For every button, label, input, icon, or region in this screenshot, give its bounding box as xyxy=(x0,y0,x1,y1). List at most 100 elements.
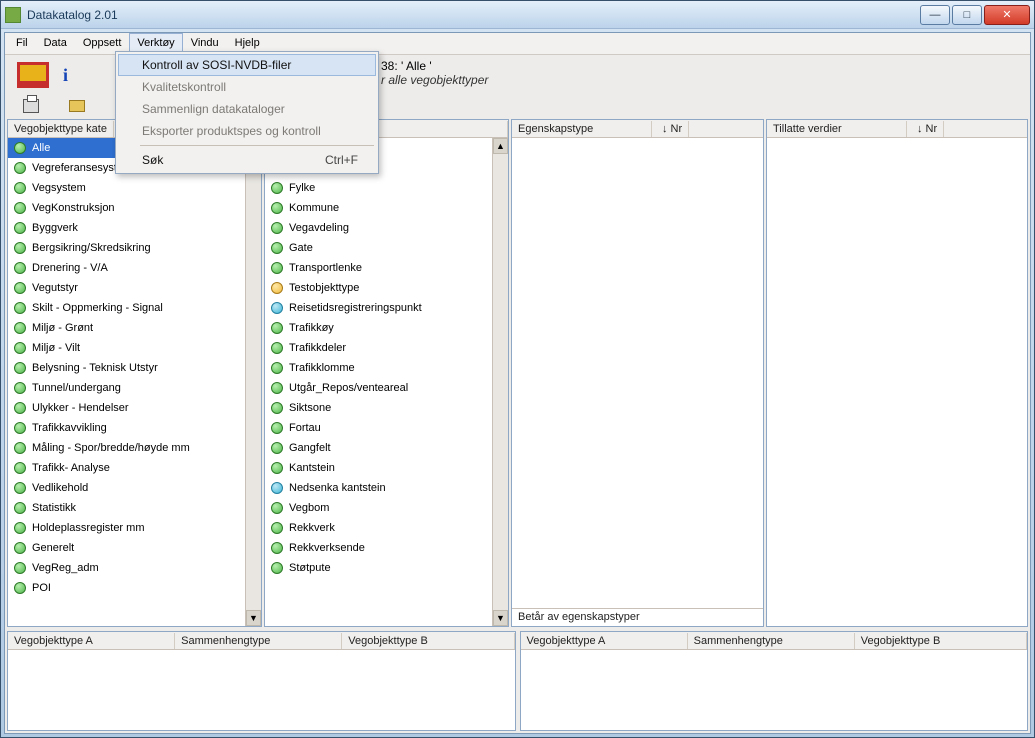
dd-sok-shortcut: Ctrl+F xyxy=(325,153,358,167)
status-icon xyxy=(14,382,26,394)
list-item[interactable]: Tunnel/undergang xyxy=(8,378,245,398)
pane-values-header: Tillatte verdier ↓ Nr xyxy=(767,120,1027,138)
col-egenskapstype[interactable]: Egenskapstype xyxy=(512,121,652,137)
list-item[interactable]: POI xyxy=(8,578,245,598)
list-item[interactable]: Rekkverk xyxy=(265,518,492,538)
list-item[interactable]: Belysning - Teknisk Utstyr xyxy=(8,358,245,378)
list-item[interactable]: Trafikk- Analyse xyxy=(8,458,245,478)
list-item[interactable]: Fortau xyxy=(265,418,492,438)
col-nr[interactable]: ↓ Nr xyxy=(907,121,944,137)
col-vegobjekt-b[interactable]: Vegobjekttype B xyxy=(342,633,514,649)
scroll-up-icon[interactable]: ▲ xyxy=(493,138,508,154)
window-title: Datakatalog 2.01 xyxy=(27,8,118,22)
relation-right-list[interactable] xyxy=(521,650,1028,730)
status-icon xyxy=(271,562,283,574)
list-item[interactable]: Siktsone xyxy=(265,398,492,418)
list-item[interactable]: Generelt xyxy=(8,538,245,558)
list-item[interactable]: Utgår_Repos/venteareal xyxy=(265,378,492,398)
list-item-label: Utgår_Repos/venteareal xyxy=(289,382,408,394)
list-item-label: Vegbom xyxy=(289,502,329,514)
list-item[interactable]: Testobjekttype xyxy=(265,278,492,298)
list-item-label: Gate xyxy=(289,242,313,254)
status-icon xyxy=(14,322,26,334)
col-vegobjekt-a[interactable]: Vegobjekttype A xyxy=(8,633,175,649)
list-item[interactable]: VegKonstruksjon xyxy=(8,198,245,218)
col-sammenheng[interactable]: Sammenhengtype xyxy=(688,633,855,649)
list-item-label: Transportlenke xyxy=(289,262,362,274)
list-item[interactable]: Støtpute xyxy=(265,558,492,578)
pane-values-list[interactable] xyxy=(767,138,1027,626)
list-item[interactable]: Vedlikehold xyxy=(8,478,245,498)
list-item[interactable]: Vegbom xyxy=(265,498,492,518)
scrollbar[interactable]: ▲ ▼ xyxy=(492,138,508,626)
status-icon xyxy=(14,342,26,354)
dd-sok-label: Søk xyxy=(142,153,163,167)
menu-fil[interactable]: Fil xyxy=(8,33,36,54)
print-icon[interactable] xyxy=(23,99,39,113)
list-item[interactable]: Trafikkøy xyxy=(265,318,492,338)
col-tillatte[interactable]: Tillatte verdier xyxy=(767,121,907,137)
pane-objecttype: Navn VegreferanseRegionFylkeKommuneVegav… xyxy=(264,119,509,627)
pane-category-col[interactable]: Vegobjekttype kate xyxy=(8,121,114,137)
pane-objecttype-list[interactable]: VegreferanseRegionFylkeKommuneVegavdelin… xyxy=(265,138,492,626)
list-item[interactable]: Miljø - Vilt xyxy=(8,338,245,358)
list-item[interactable]: Gangfelt xyxy=(265,438,492,458)
dd-sok[interactable]: Søk Ctrl+F xyxy=(118,149,376,171)
list-item-label: Fortau xyxy=(289,422,321,434)
col-vegobjekt-a[interactable]: Vegobjekttype A xyxy=(521,633,688,649)
list-item[interactable]: Kommune xyxy=(265,198,492,218)
col-vegobjekt-b[interactable]: Vegobjekttype B xyxy=(855,633,1027,649)
dd-kontroll-sosi[interactable]: Kontroll av SOSI-NVDB-filer xyxy=(118,54,376,76)
list-item[interactable]: Trafikkdeler xyxy=(265,338,492,358)
list-item[interactable]: Trafikkavvikling xyxy=(8,418,245,438)
list-item-label: Belysning - Teknisk Utstyr xyxy=(32,362,158,374)
list-item[interactable]: Trafikklomme xyxy=(265,358,492,378)
folder-icon[interactable] xyxy=(69,100,85,112)
list-item[interactable]: Bergsikring/Skredsikring xyxy=(8,238,245,258)
list-item[interactable]: Rekkverksende xyxy=(265,538,492,558)
pane-category-list[interactable]: AlleVegreferansesystemVegsystemVegKonstr… xyxy=(8,138,245,626)
list-item[interactable]: Reisetidsregistreringspunkt xyxy=(265,298,492,318)
list-item[interactable]: VegReg_adm xyxy=(8,558,245,578)
list-item[interactable]: Måling - Spor/bredde/høyde mm xyxy=(8,438,245,458)
list-item[interactable]: Transportlenke xyxy=(265,258,492,278)
list-item[interactable]: Kantstein xyxy=(265,458,492,478)
list-item[interactable]: Byggverk xyxy=(8,218,245,238)
relation-left-list[interactable] xyxy=(8,650,515,730)
dd-sammenlign[interactable]: Sammenlign datakataloger xyxy=(118,98,376,120)
status-icon xyxy=(271,262,283,274)
list-item[interactable]: Drenering - V/A xyxy=(8,258,245,278)
list-item[interactable]: Nedsenka kantstein xyxy=(265,478,492,498)
list-item[interactable]: Fylke xyxy=(265,178,492,198)
list-item[interactable]: Miljø - Grønt xyxy=(8,318,245,338)
pane-properties-list[interactable] xyxy=(512,138,763,608)
list-item[interactable]: Vegavdeling xyxy=(265,218,492,238)
col-nr[interactable]: ↓ Nr xyxy=(652,121,689,137)
dd-kvalitetskontroll[interactable]: Kvalitetskontroll xyxy=(118,76,376,98)
list-item[interactable]: Vegutstyr xyxy=(8,278,245,298)
list-item-label: Alle xyxy=(32,142,50,154)
status-icon xyxy=(271,542,283,554)
list-item[interactable]: Vegsystem xyxy=(8,178,245,198)
minimize-button[interactable]: — xyxy=(920,5,950,25)
app-icon xyxy=(5,7,21,23)
pane-values: Tillatte verdier ↓ Nr xyxy=(766,119,1028,627)
scroll-down-icon[interactable]: ▼ xyxy=(493,610,508,626)
menu-data[interactable]: Data xyxy=(36,33,75,54)
list-item-label: Vegavdeling xyxy=(289,222,349,234)
dd-eksporter[interactable]: Eksporter produktspes og kontroll xyxy=(118,120,376,142)
list-item[interactable]: Ulykker - Hendelser xyxy=(8,398,245,418)
scroll-down-icon[interactable]: ▼ xyxy=(246,610,261,626)
list-item[interactable]: Statistikk xyxy=(8,498,245,518)
list-item-label: POI xyxy=(32,582,51,594)
status-icon xyxy=(14,282,26,294)
info-icon[interactable]: i xyxy=(63,65,68,86)
list-item-label: Rekkverksende xyxy=(289,542,365,554)
list-item[interactable]: Gate xyxy=(265,238,492,258)
col-sammenheng[interactable]: Sammenhengtype xyxy=(175,633,342,649)
scrollbar[interactable]: ▲ ▼ xyxy=(245,138,261,626)
close-button[interactable]: ✕ xyxy=(984,5,1030,25)
list-item[interactable]: Skilt - Oppmerking - Signal xyxy=(8,298,245,318)
list-item[interactable]: Holdeplassregister mm xyxy=(8,518,245,538)
maximize-button[interactable]: □ xyxy=(952,5,982,25)
